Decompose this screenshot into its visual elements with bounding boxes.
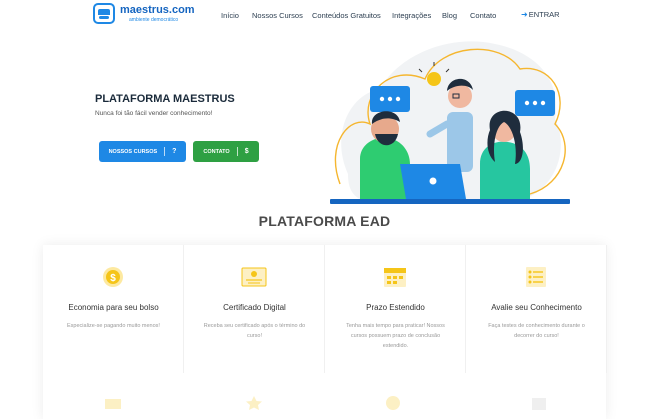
login-label: ENTRAR bbox=[528, 10, 560, 19]
nav-inicio[interactable]: Início bbox=[221, 11, 239, 20]
feature-description: Receba seu certificado após o término do… bbox=[203, 323, 306, 339]
hero-subtitle: Nunca foi tão fácil vender conhecimento! bbox=[95, 110, 213, 117]
courses-button-label: NOSSOS CURSOS bbox=[108, 148, 158, 155]
site-header: maestrus.com ambiente democrático Início… bbox=[0, 0, 649, 32]
svg-text:$: $ bbox=[110, 273, 116, 284]
button-divider bbox=[164, 147, 166, 156]
feature-card: $ Economia para seu bolso Especialize-se… bbox=[43, 245, 184, 373]
certificate-icon bbox=[241, 267, 267, 287]
feature-card: Certificado Digital Receba seu certifica… bbox=[184, 245, 325, 373]
logo-mark-icon bbox=[93, 3, 115, 24]
login-icon: ➜ bbox=[521, 10, 528, 19]
feature-title: Prazo Estendido bbox=[366, 303, 425, 312]
star-icon bbox=[246, 396, 262, 410]
question-icon: ? bbox=[172, 148, 177, 155]
button-divider bbox=[236, 147, 238, 156]
feature-title: Certificado Digital bbox=[223, 303, 286, 312]
calendar-icon bbox=[384, 268, 406, 287]
dollar-icon: $ bbox=[244, 148, 249, 155]
contact-button[interactable]: CONTATO $ bbox=[193, 141, 259, 162]
hero-title: PLATAFORMA MAESTRUS bbox=[95, 93, 235, 105]
feature-card: Avalie seu Conhecimento Faça testes de c… bbox=[466, 245, 607, 373]
nav-contato[interactable]: Contato bbox=[470, 11, 496, 20]
faded-icon bbox=[105, 399, 121, 409]
logo-text: maestrus.com bbox=[120, 4, 195, 16]
logo-tagline: ambiente democrático bbox=[129, 17, 179, 23]
login-link[interactable]: ➜ENTRAR bbox=[521, 10, 560, 19]
feature-title: Avalie seu Conhecimento bbox=[491, 303, 582, 312]
feature-description: Faça testes de conhecimento durante o de… bbox=[488, 323, 585, 339]
features-panel: $ Economia para seu bolso Especialize-se… bbox=[43, 245, 607, 419]
nav-nossos-cursos[interactable]: Nossos Cursos bbox=[252, 11, 303, 20]
faded-icon bbox=[386, 396, 400, 410]
contact-button-label: CONTATO bbox=[203, 148, 230, 155]
courses-button[interactable]: NOSSOS CURSOS ? bbox=[99, 141, 186, 162]
section-title: PLATAFORMA EAD bbox=[258, 213, 391, 229]
nav-conteudos-gratuitos[interactable]: Conteúdos Gratuitos bbox=[312, 11, 381, 20]
coin-icon: $ bbox=[103, 267, 123, 287]
feature-card: Prazo Estendido Tenha mais tempo para pr… bbox=[325, 245, 466, 373]
faded-icon bbox=[532, 398, 546, 410]
checklist-icon bbox=[526, 267, 546, 287]
nav-integracoes[interactable]: Integrações bbox=[392, 11, 431, 20]
feature-description: Especialize-se pagando muito menos! bbox=[67, 323, 160, 329]
logo[interactable]: maestrus.com ambiente democrático bbox=[93, 3, 195, 25]
lightbulb-icon bbox=[427, 72, 441, 86]
nav-blog[interactable]: Blog bbox=[442, 11, 457, 20]
feature-description: Tenha mais tempo para praticar! Nossos c… bbox=[346, 323, 445, 349]
feature-title: Economia para seu bolso bbox=[68, 303, 159, 312]
hero-illustration bbox=[330, 41, 570, 204]
